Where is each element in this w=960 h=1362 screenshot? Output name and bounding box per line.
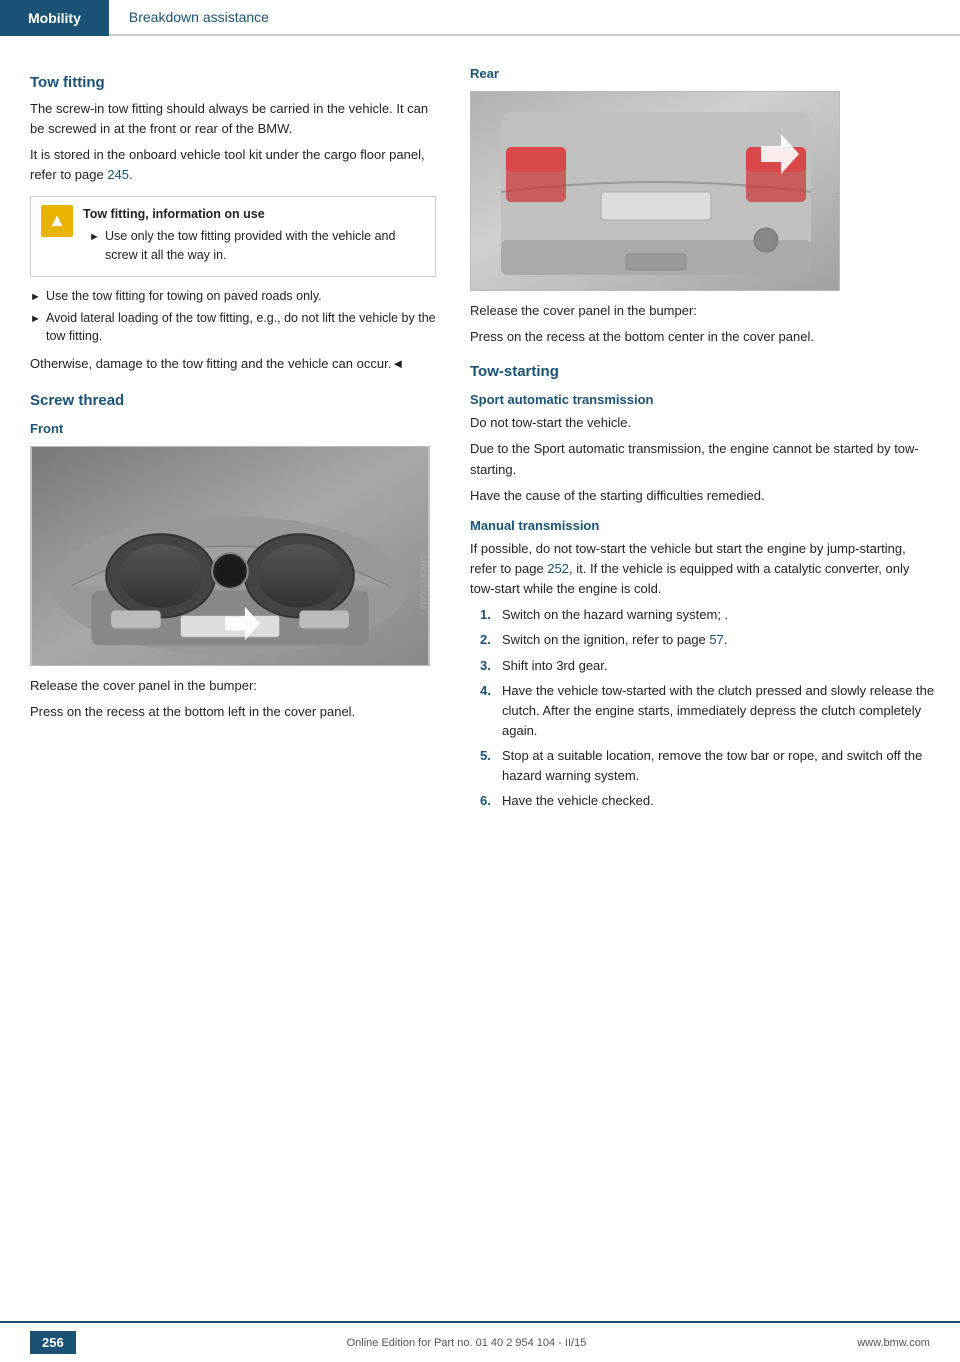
footer-center-text: Online Edition for Part no. 01 40 2 954 … xyxy=(347,1337,587,1349)
left-column: Tow fitting The screw-in tow fitting sho… xyxy=(0,56,460,827)
sport-p3: Have the cause of the starting difficult… xyxy=(470,486,936,506)
page-footer: 256 Online Edition for Part no. 01 40 2 … xyxy=(0,1321,960,1362)
header-breakdown-tab[interactable]: Breakdown assistance xyxy=(109,0,960,36)
mobility-label: Mobility xyxy=(28,10,81,26)
tow-starting-title: Tow-starting xyxy=(470,363,936,380)
tow-start-steps: 1. Switch on the hazard warning system; … xyxy=(470,605,936,811)
warning-bullet-1: ► Use only the tow fitting provided with… xyxy=(83,227,425,265)
front-caption-1: Release the cover panel in the bumper: xyxy=(30,676,436,696)
header-mobility-tab[interactable]: Mobility xyxy=(0,0,109,36)
step-2: 2. Switch on the ignition, refer to page… xyxy=(480,630,936,650)
front-label: Front xyxy=(30,421,436,436)
page-ref-252[interactable]: 252 xyxy=(547,561,569,576)
page-ref-57[interactable]: 57 xyxy=(709,632,723,647)
page-header: Mobility Breakdown assistance xyxy=(0,0,960,36)
tow-fitting-title: Tow fitting xyxy=(30,74,436,91)
front-caption-2: Press on the recess at the bottom left i… xyxy=(30,702,436,722)
bullet-arrow-icon-2: ► xyxy=(30,287,46,306)
step-5: 5. Stop at a suitable location, remove t… xyxy=(480,746,936,786)
footer-right-text: www.bmw.com xyxy=(857,1337,930,1349)
front-car-image: MW09231GMA xyxy=(30,446,430,666)
warning-box: ▲ Tow fitting, information on use ► Use … xyxy=(30,196,436,277)
bullet-arrow-icon: ► xyxy=(83,227,105,246)
tow-fitting-p1: The screw-in tow fitting should always b… xyxy=(30,99,436,139)
warning-icon: ▲ xyxy=(41,205,73,237)
step-1: 1. Switch on the hazard warning system; … xyxy=(480,605,936,625)
sport-p2: Due to the Sport automatic transmission,… xyxy=(470,439,936,479)
main-content: Tow fitting The screw-in tow fitting sho… xyxy=(0,36,960,887)
rear-car-image: MW09322MA xyxy=(470,91,840,291)
rear-caption-2: Press on the recess at the bottom center… xyxy=(470,327,936,347)
manual-p1: If possible, do not tow-start the vehicl… xyxy=(470,539,936,599)
rear-label: Rear xyxy=(470,66,936,81)
tow-fitting-p3: Otherwise, damage to the tow fitting and… xyxy=(30,354,436,374)
bullet-item-3: ► Avoid lateral loading of the tow fitti… xyxy=(30,309,436,347)
rear-caption-1: Release the cover panel in the bumper: xyxy=(470,301,936,321)
right-column: Rear xyxy=(460,56,960,827)
breakdown-label: Breakdown assistance xyxy=(129,9,269,25)
sport-p1: Do not tow-start the vehicle. xyxy=(470,413,936,433)
screw-thread-title: Screw thread xyxy=(30,392,436,409)
page-number: 256 xyxy=(30,1331,76,1354)
warning-content: Tow fitting, information on use ► Use on… xyxy=(83,205,425,268)
bullet-arrow-icon-3: ► xyxy=(30,309,46,328)
manual-title: Manual transmission xyxy=(470,518,936,533)
warning-title: Tow fitting, information on use xyxy=(83,205,425,224)
tow-fitting-p2: It is stored in the onboard vehicle tool… xyxy=(30,145,436,185)
page-ref-245[interactable]: 245 xyxy=(107,167,129,182)
sport-auto-title: Sport automatic transmission xyxy=(470,392,936,407)
step-4: 4. Have the vehicle tow-started with the… xyxy=(480,681,936,741)
svg-text:MW09322MA: MW09322MA xyxy=(831,192,840,241)
bullet-item-2: ► Use the tow fitting for towing on pave… xyxy=(30,287,436,306)
svg-text:MW09231GMA: MW09231GMA xyxy=(418,556,427,611)
step-3: 3. Shift into 3rd gear. xyxy=(480,656,936,676)
step-6: 6. Have the vehicle checked. xyxy=(480,791,936,811)
